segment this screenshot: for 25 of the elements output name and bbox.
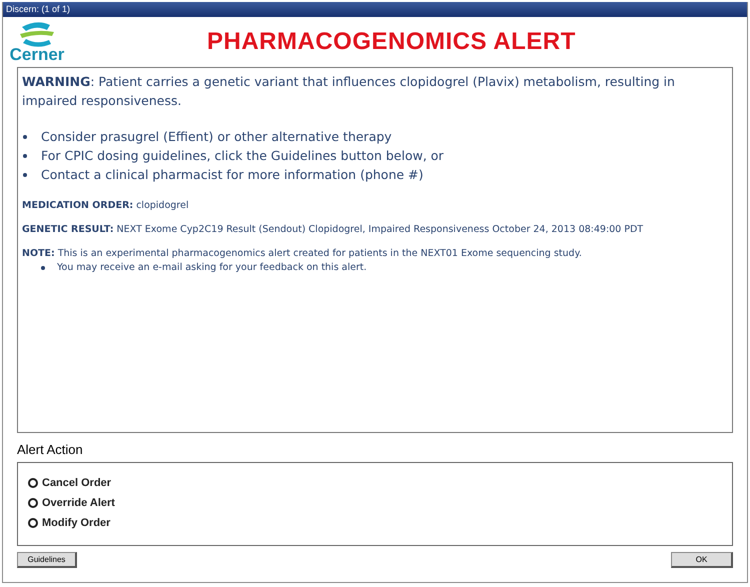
- bullet-text: For CPIC dosing guidelines, click the Guidelines button below, or: [41, 147, 444, 165]
- bullet-text: You may receive an e-mail asking for your feedback on this alert.: [57, 262, 367, 273]
- genetic-result-text: GENETIC RESULT: NEXT Exome Cyp2C19 Result (Sendout) Clopidogrel, Impaired Responsiveness October 24, 2013 08:49:00 PDT: [22, 224, 644, 235]
- bullet-text: Consider prasugrel (Effient) or other alternative therapy: [41, 128, 392, 146]
- guidelines-button[interactable]: Guidelines: [17, 552, 77, 568]
- bullet-icon: [23, 154, 27, 158]
- medication-order-text: MEDICATION ORDER: clopidogrel: [22, 200, 190, 211]
- bullet-text: Contact a clinical pharmacist for more information (phone #): [41, 166, 424, 184]
- bullet-icon: [41, 266, 45, 270]
- option-label[interactable]: Cancel Order: [42, 477, 112, 489]
- window-title: Discern: (1 of 1): [3, 2, 747, 17]
- bullet-icon: [23, 172, 27, 176]
- option-label[interactable]: Modify Order: [42, 517, 110, 529]
- alert-heading: PHARMACOGENOMICS ALERT: [207, 28, 576, 56]
- note-text: NOTE: This is an experimental pharmacogenomics alert created for patients in the NEXT01 Exome sequencing study.: [22, 248, 583, 259]
- ok-button[interactable]: OK: [671, 552, 733, 568]
- warning-text: WARNING: Patient carries a genetic variant that influences clopidogrel (Plavix) metabolism, resulting in impaired responsiveness.: [22, 73, 676, 110]
- option-label[interactable]: Override Alert: [42, 497, 115, 509]
- bullet-icon: [23, 134, 27, 138]
- section-label: Alert Action: [17, 442, 84, 459]
- logo-text: Cerner: [10, 47, 64, 63]
- radio-button[interactable]: [28, 498, 38, 508]
- radio-button[interactable]: [28, 518, 38, 528]
- radio-button[interactable]: [28, 478, 38, 488]
- logo-icon: [18, 21, 56, 47]
